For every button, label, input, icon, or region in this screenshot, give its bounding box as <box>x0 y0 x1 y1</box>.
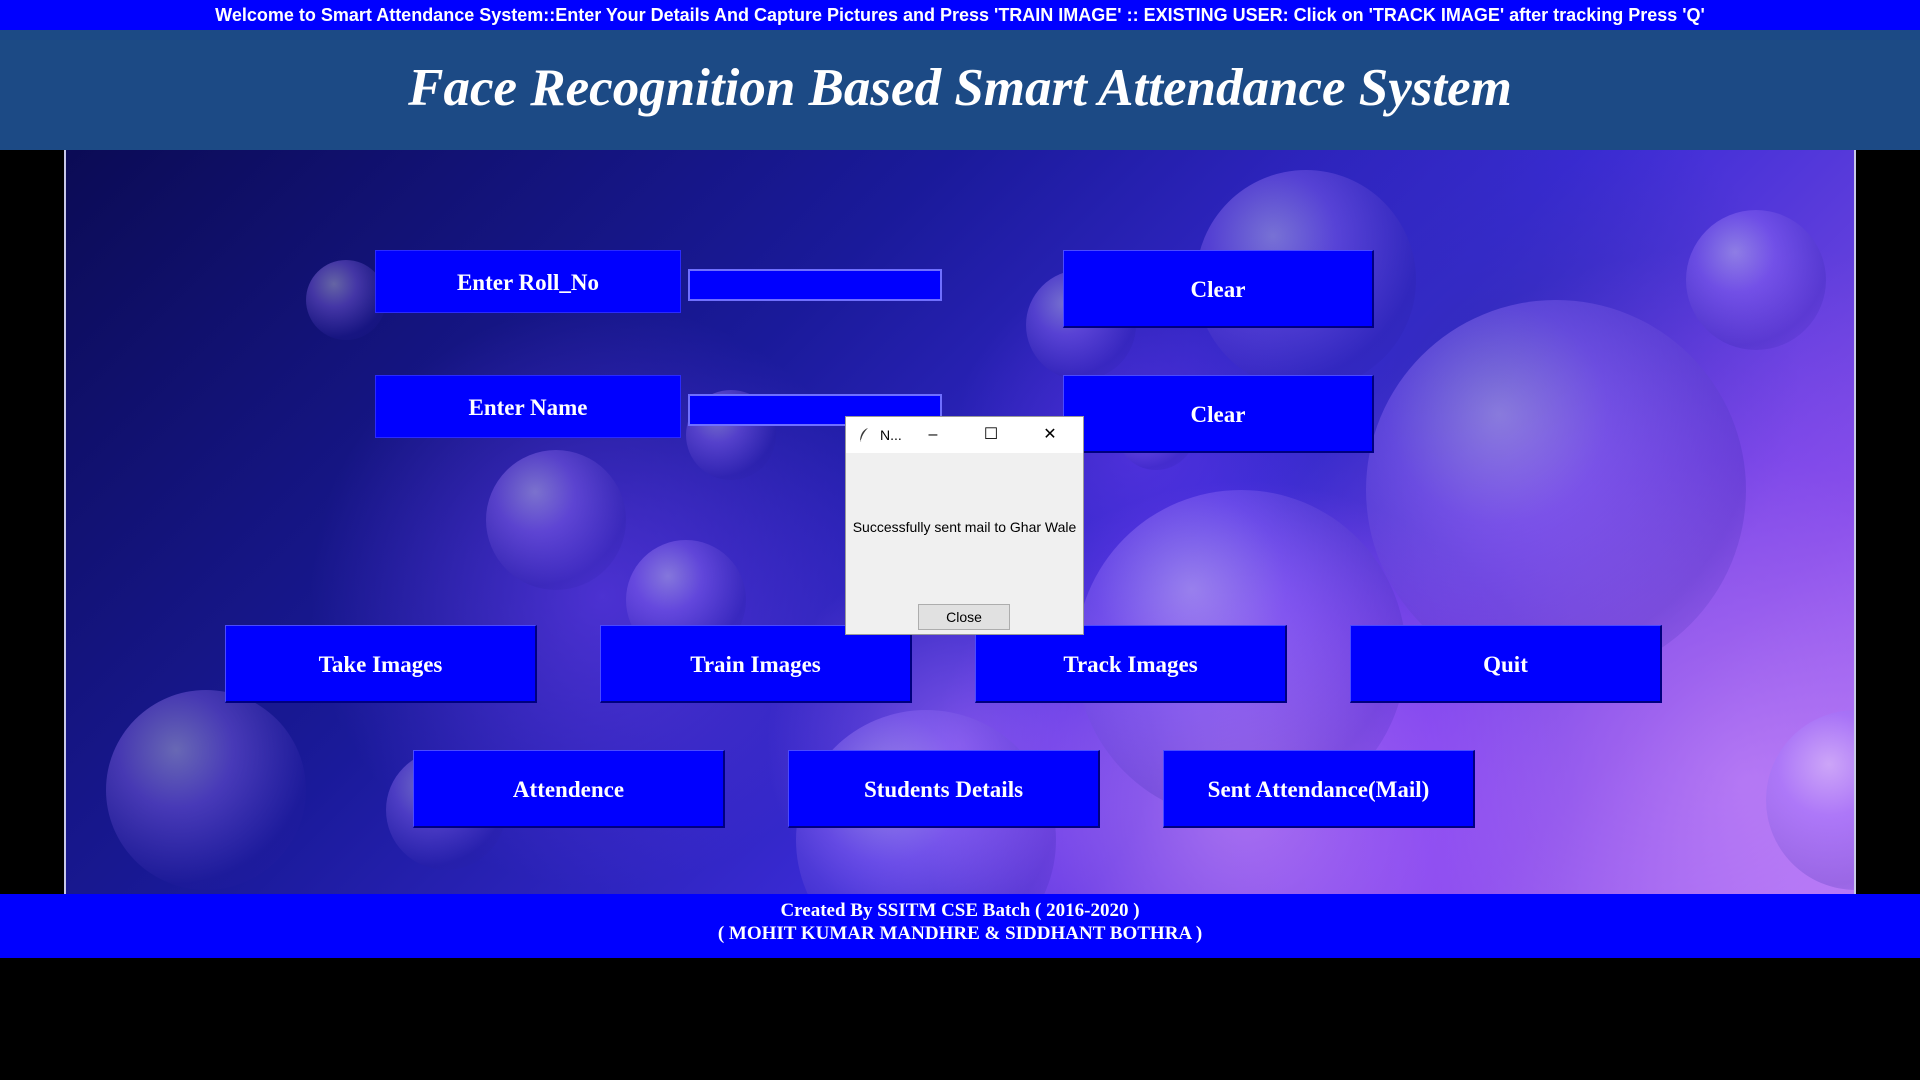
bubble <box>1686 210 1826 350</box>
dialog-close-button[interactable]: Close <box>918 604 1010 630</box>
quit-button[interactable]: Quit <box>1350 625 1662 703</box>
notification-dialog: N... – ☐ ✕ Successfully sent mail to Gha… <box>845 416 1084 635</box>
name-label: Enter Name <box>375 375 681 438</box>
close-icon[interactable]: ✕ <box>1027 417 1073 453</box>
clear-roll-button[interactable]: Clear <box>1063 250 1374 328</box>
take-images-button[interactable]: Take Images <box>225 625 537 703</box>
footer: Created By SSITM CSE Batch ( 2016-2020 )… <box>0 894 1920 958</box>
minimize-icon[interactable]: – <box>910 417 956 453</box>
roll-no-input[interactable] <box>688 269 942 301</box>
title-bar: Face Recognition Based Smart Attendance … <box>0 30 1920 150</box>
bubble <box>1366 300 1746 680</box>
roll-no-label: Enter Roll_No <box>375 250 681 313</box>
bubble <box>106 690 306 890</box>
maximize-icon[interactable]: ☐ <box>968 417 1014 453</box>
students-details-button[interactable]: Students Details <box>788 750 1100 828</box>
bubble <box>1766 710 1854 890</box>
bubble <box>486 450 626 590</box>
app-title: Face Recognition Based Smart Attendance … <box>408 59 1512 117</box>
footer-authors: ( MOHIT KUMAR MANDHRE & SIDDHANT BOTHRA … <box>717 923 1203 944</box>
track-images-button[interactable]: Track Images <box>975 625 1287 703</box>
sent-attendance-mail-button[interactable]: Sent Attendance(Mail) <box>1163 750 1475 828</box>
welcome-marquee: Welcome to Smart Attendance System::Ente… <box>0 0 1920 30</box>
bubble <box>306 260 386 340</box>
clear-name-button[interactable]: Clear <box>1063 375 1374 453</box>
train-images-button[interactable]: Train Images <box>600 625 912 703</box>
feather-icon <box>859 428 868 443</box>
attendence-button[interactable]: Attendence <box>413 750 725 828</box>
dialog-titlebar[interactable]: N... – ☐ ✕ <box>846 417 1083 453</box>
dialog-title: N... <box>880 427 902 443</box>
footer-credit: Created By SSITM CSE Batch ( 2016-2020 ) <box>780 900 1140 921</box>
dialog-message: Successfully sent mail to Ghar Wale <box>852 519 1077 535</box>
